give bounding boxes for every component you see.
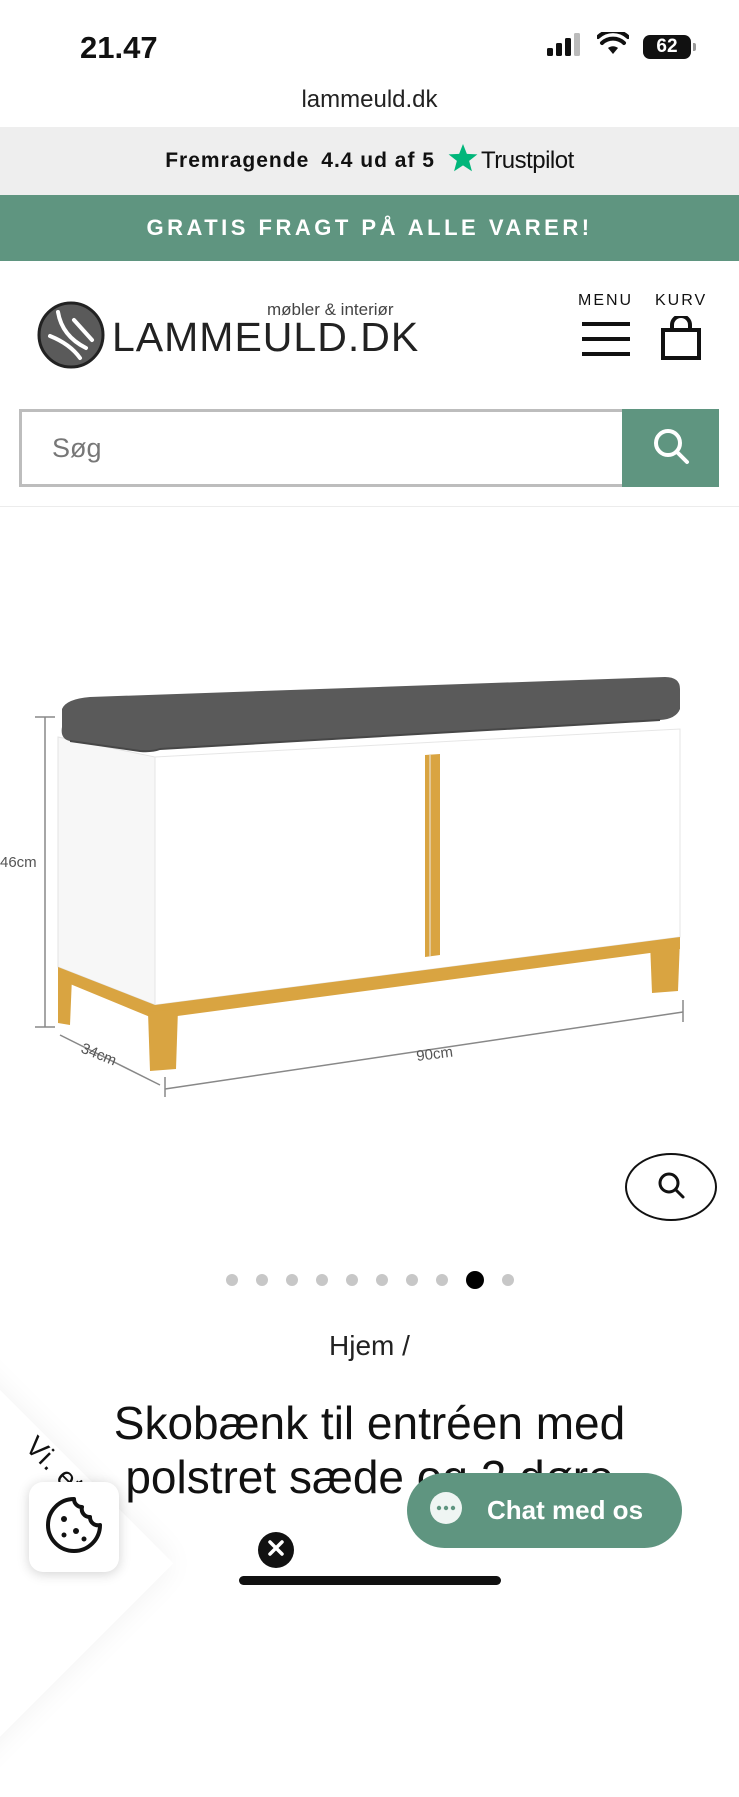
menu-button[interactable]: MENU bbox=[578, 292, 633, 363]
logo-tagline: møbler & interiør bbox=[267, 300, 394, 319]
signal-icon bbox=[547, 32, 583, 61]
rating-score: 4.4 ud af 5 bbox=[321, 149, 435, 172]
carousel-dot[interactable] bbox=[405, 1274, 418, 1286]
carousel-dot[interactable] bbox=[375, 1274, 388, 1286]
carousel-dot[interactable] bbox=[345, 1274, 358, 1286]
product-image: 46cm 34cm 90cm bbox=[0, 677, 684, 1097]
promo-text: GRATIS FRAGT PÅ ALLE VARER! bbox=[146, 215, 593, 240]
chat-label: Chat med os bbox=[487, 1495, 644, 1525]
dimension-height-label: 46cm bbox=[0, 854, 37, 871]
carousel-dot[interactable] bbox=[255, 1274, 268, 1286]
search-bar bbox=[19, 409, 719, 487]
search-input[interactable] bbox=[19, 409, 622, 487]
chat-icon bbox=[429, 1491, 463, 1530]
dimension-width-label: 90cm bbox=[415, 1044, 453, 1065]
site-header: LAMMEULD.DK møbler & interiør MENU KURV bbox=[0, 262, 739, 397]
carousel-dot[interactable] bbox=[225, 1274, 238, 1286]
star-icon bbox=[447, 142, 479, 181]
battery-icon: 62 bbox=[643, 34, 696, 59]
breadcrumb[interactable]: Hjem / bbox=[0, 1330, 739, 1362]
trustpilot-text: Trustpilot bbox=[480, 147, 574, 174]
hamburger-icon bbox=[581, 320, 630, 363]
bag-icon bbox=[659, 314, 703, 365]
cookie-settings-button[interactable] bbox=[29, 1482, 119, 1572]
browser-url[interactable]: lammeuld.dk bbox=[0, 86, 739, 114]
carousel-dot[interactable] bbox=[315, 1274, 328, 1286]
status-icons: 62 bbox=[547, 29, 696, 61]
carousel-dot[interactable] bbox=[435, 1274, 448, 1286]
wifi-icon bbox=[596, 29, 630, 61]
rating-label: Fremragende bbox=[165, 149, 310, 172]
chat-button[interactable]: Chat med os bbox=[407, 1473, 682, 1548]
product-gallery[interactable]: 46cm 34cm 90cm bbox=[0, 507, 739, 1267]
home-indicator[interactable] bbox=[239, 1576, 501, 1585]
carousel-dot[interactable] bbox=[501, 1274, 514, 1286]
trustpilot-logo: Trustpilot bbox=[447, 142, 574, 181]
trustpilot-bar[interactable]: Fremragende 4.4 ud af 5 Trustpilot bbox=[0, 127, 739, 195]
carousel-dot[interactable] bbox=[465, 1271, 484, 1289]
status-time: 21.47 bbox=[80, 30, 158, 65]
cart-button[interactable]: KURV bbox=[655, 292, 707, 365]
dimension-depth-label: 34cm bbox=[79, 1040, 119, 1070]
close-icon bbox=[266, 1538, 286, 1563]
promo-bar: GRATIS FRAGT PÅ ALLE VARER! bbox=[0, 195, 739, 261]
cart-label: KURV bbox=[655, 292, 708, 309]
carousel-dot[interactable] bbox=[285, 1274, 298, 1286]
menu-label: MENU bbox=[578, 292, 634, 309]
logo-text: LAMMEULD.DK bbox=[112, 314, 420, 360]
carousel-dots bbox=[0, 1271, 739, 1289]
zoom-button[interactable] bbox=[625, 1153, 717, 1221]
search-icon bbox=[651, 426, 691, 471]
close-button[interactable] bbox=[258, 1532, 294, 1568]
zoom-search-icon bbox=[656, 1170, 686, 1205]
status-bar: 21.47 62 bbox=[0, 0, 739, 90]
logo-mark-icon bbox=[36, 300, 106, 375]
cookie-icon bbox=[44, 1495, 104, 1560]
search-button[interactable] bbox=[622, 409, 719, 487]
